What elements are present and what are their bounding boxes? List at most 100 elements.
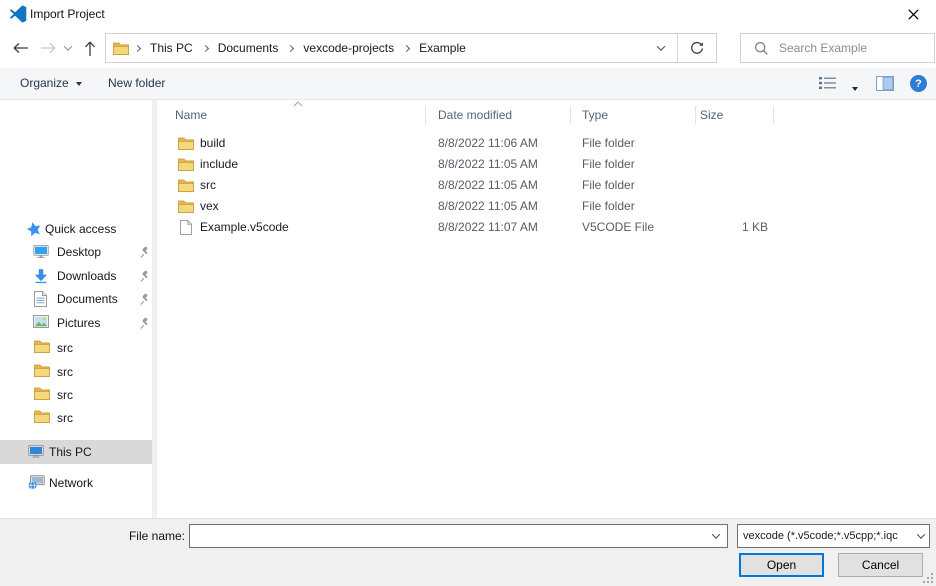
column-header-size[interactable]: Size bbox=[700, 104, 723, 126]
view-mode-dropdown[interactable] bbox=[852, 81, 858, 95]
main-area: Quick access Desktop Downloads bbox=[0, 100, 936, 518]
resize-grip-icon[interactable] bbox=[923, 573, 933, 583]
folder-icon bbox=[178, 137, 194, 150]
file-type-select[interactable]: vexcode (*.v5code;*.v5cpp;*.iqc bbox=[737, 524, 930, 548]
sidebar-scrollbar[interactable] bbox=[152, 100, 157, 518]
file-date: 8/8/2022 11:05 AM bbox=[438, 175, 538, 196]
sidebar-label: src bbox=[57, 360, 73, 384]
address-bar[interactable]: This PC Documents vexcode-projects Examp… bbox=[105, 33, 717, 63]
file-type: File folder bbox=[582, 154, 635, 175]
up-button[interactable] bbox=[78, 28, 102, 68]
pin-icon bbox=[139, 270, 151, 282]
new-folder-button[interactable]: New folder bbox=[108, 68, 165, 99]
cancel-button[interactable]: Cancel bbox=[838, 553, 923, 577]
column-divider[interactable] bbox=[425, 106, 426, 124]
pin-icon bbox=[139, 293, 151, 305]
close-icon bbox=[908, 9, 919, 20]
network-icon bbox=[28, 475, 45, 490]
folder-icon bbox=[178, 200, 194, 213]
file-name-input[interactable] bbox=[190, 525, 705, 547]
breadcrumb-this-pc[interactable]: This PC bbox=[146, 41, 197, 55]
folder-icon bbox=[34, 340, 50, 353]
file-type-value: vexcode (*.v5code;*.v5cpp;*.iqc bbox=[738, 530, 912, 542]
file-name-dropdown-button[interactable] bbox=[705, 525, 727, 547]
sidebar-item-src-3[interactable]: src bbox=[0, 383, 152, 407]
refresh-button[interactable] bbox=[678, 34, 716, 62]
vexcode-app-icon bbox=[9, 5, 27, 23]
sidebar-label: Pictures bbox=[57, 311, 100, 335]
dropdown-arrow-icon bbox=[76, 82, 82, 86]
chevron-down-icon bbox=[912, 525, 929, 547]
file-row-src[interactable]: src 8/8/2022 11:05 AM File folder bbox=[158, 175, 858, 196]
view-mode-button[interactable] bbox=[819, 76, 836, 93]
sidebar-item-documents[interactable]: Documents bbox=[0, 287, 152, 311]
file-type: File folder bbox=[582, 133, 635, 154]
file-size bbox=[678, 154, 768, 175]
breadcrumb-documents[interactable]: Documents bbox=[214, 41, 283, 55]
sidebar-item-this-pc[interactable]: This PC bbox=[0, 440, 152, 464]
column-divider[interactable] bbox=[695, 106, 696, 124]
column-header-name[interactable]: Name bbox=[175, 104, 207, 126]
help-button[interactable]: ? bbox=[910, 75, 927, 92]
pin-icon bbox=[139, 317, 151, 329]
open-button[interactable]: Open bbox=[739, 553, 824, 577]
file-row-include[interactable]: include 8/8/2022 11:05 AM File folder bbox=[158, 154, 858, 175]
sidebar-item-src-4[interactable]: src bbox=[0, 406, 152, 430]
search-box[interactable] bbox=[740, 33, 935, 63]
file-type: V5CODE File bbox=[582, 217, 654, 238]
refresh-icon bbox=[690, 41, 704, 55]
chevron-down-icon bbox=[657, 42, 665, 50]
recent-locations-button[interactable] bbox=[60, 28, 76, 68]
folder-icon bbox=[113, 42, 129, 55]
file-size bbox=[678, 175, 768, 196]
back-arrow-icon bbox=[12, 42, 29, 54]
file-row-build[interactable]: build 8/8/2022 11:06 AM File folder bbox=[158, 133, 858, 154]
preview-pane-icon bbox=[876, 76, 894, 91]
file-name-combobox bbox=[189, 524, 728, 548]
back-button[interactable] bbox=[8, 28, 32, 68]
sidebar-item-src-2[interactable]: src bbox=[0, 360, 152, 384]
breadcrumb: This PC Documents vexcode-projects Examp… bbox=[129, 41, 645, 55]
close-button[interactable] bbox=[891, 0, 936, 28]
column-divider[interactable] bbox=[570, 106, 571, 124]
sidebar-label: src bbox=[57, 336, 73, 360]
sidebar-item-network[interactable]: Network bbox=[0, 471, 152, 495]
file-name: src bbox=[200, 175, 216, 196]
chevron-down-icon bbox=[712, 530, 720, 538]
footer-bar: File name: vexcode (*.v5code;*.v5cpp;*.i… bbox=[0, 518, 936, 586]
column-header-type[interactable]: Type bbox=[582, 104, 608, 126]
pin-icon bbox=[139, 246, 151, 258]
sidebar-label: src bbox=[57, 383, 73, 407]
title-bar: Import Project bbox=[0, 0, 936, 28]
sidebar-item-pictures[interactable]: Pictures bbox=[0, 311, 152, 335]
sidebar-item-downloads[interactable]: Downloads bbox=[0, 264, 152, 288]
column-header-date-modified[interactable]: Date modified bbox=[438, 104, 512, 126]
search-input[interactable] bbox=[769, 41, 934, 55]
quick-access-star-icon bbox=[26, 221, 42, 237]
help-icon: ? bbox=[910, 75, 927, 92]
file-date: 8/8/2022 11:06 AM bbox=[438, 133, 538, 154]
file-row-example-v5code[interactable]: Example.v5code 8/8/2022 11:07 AM V5CODE … bbox=[158, 217, 858, 238]
desktop-icon bbox=[33, 244, 49, 259]
sort-ascending-icon bbox=[293, 101, 303, 107]
sidebar-item-src-1[interactable]: src bbox=[0, 336, 152, 360]
folder-icon bbox=[34, 364, 50, 377]
address-dropdown-button[interactable] bbox=[645, 34, 677, 62]
sidebar-item-quick-access[interactable]: Quick access bbox=[0, 217, 152, 241]
sidebar-label: Documents bbox=[57, 287, 118, 311]
file-type: File folder bbox=[582, 175, 635, 196]
file-type: File folder bbox=[582, 196, 635, 217]
breadcrumb-vexcode-projects[interactable]: vexcode-projects bbox=[299, 41, 398, 55]
sidebar-item-desktop[interactable]: Desktop bbox=[0, 240, 152, 264]
sidebar-label: Desktop bbox=[57, 240, 101, 264]
forward-arrow-icon bbox=[40, 42, 57, 54]
breadcrumb-example[interactable]: Example bbox=[415, 41, 470, 55]
file-icon bbox=[180, 220, 192, 235]
file-row-vex[interactable]: vex 8/8/2022 11:05 AM File folder bbox=[158, 196, 858, 217]
documents-icon bbox=[34, 291, 47, 307]
column-divider[interactable] bbox=[773, 106, 774, 124]
organize-button[interactable]: Organize bbox=[20, 68, 82, 99]
forward-button[interactable] bbox=[36, 28, 60, 68]
preview-pane-button[interactable] bbox=[876, 76, 894, 94]
command-bar: Organize New folder ? bbox=[0, 68, 936, 100]
